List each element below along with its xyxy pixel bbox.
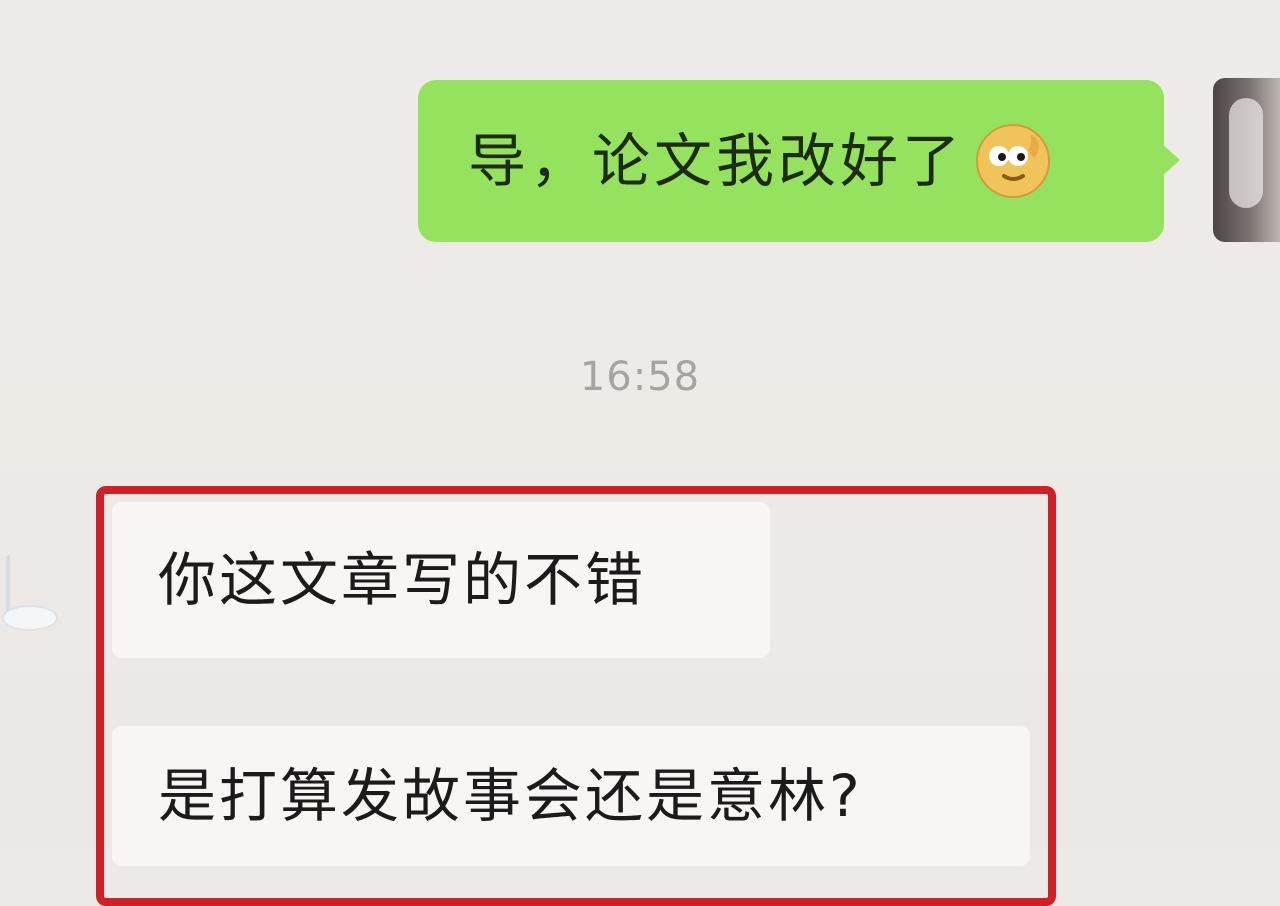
smirk-emoji-icon (974, 122, 1052, 200)
incoming-message-bubble-1[interactable]: 你这文章写的不错 (112, 502, 770, 658)
contact-avatar[interactable] (0, 535, 62, 653)
incoming-message-bubble-2[interactable]: 是打算发故事会还是意林? (112, 726, 1030, 866)
chat-area: 导，论文我改好了 16:58 你这文章写的不错 是打算发故事会还是意林? (0, 0, 1280, 906)
outgoing-message-text: 导，论文我改好了 (468, 127, 965, 195)
incoming-message-text-1: 你这文章写的不错 (158, 546, 647, 614)
self-avatar[interactable] (1213, 78, 1280, 242)
message-timestamp: 16:58 (579, 354, 701, 400)
outgoing-message-bubble[interactable]: 导，论文我改好了 (418, 80, 1180, 242)
incoming-message-text-2: 是打算发故事会还是意林? (158, 762, 863, 830)
